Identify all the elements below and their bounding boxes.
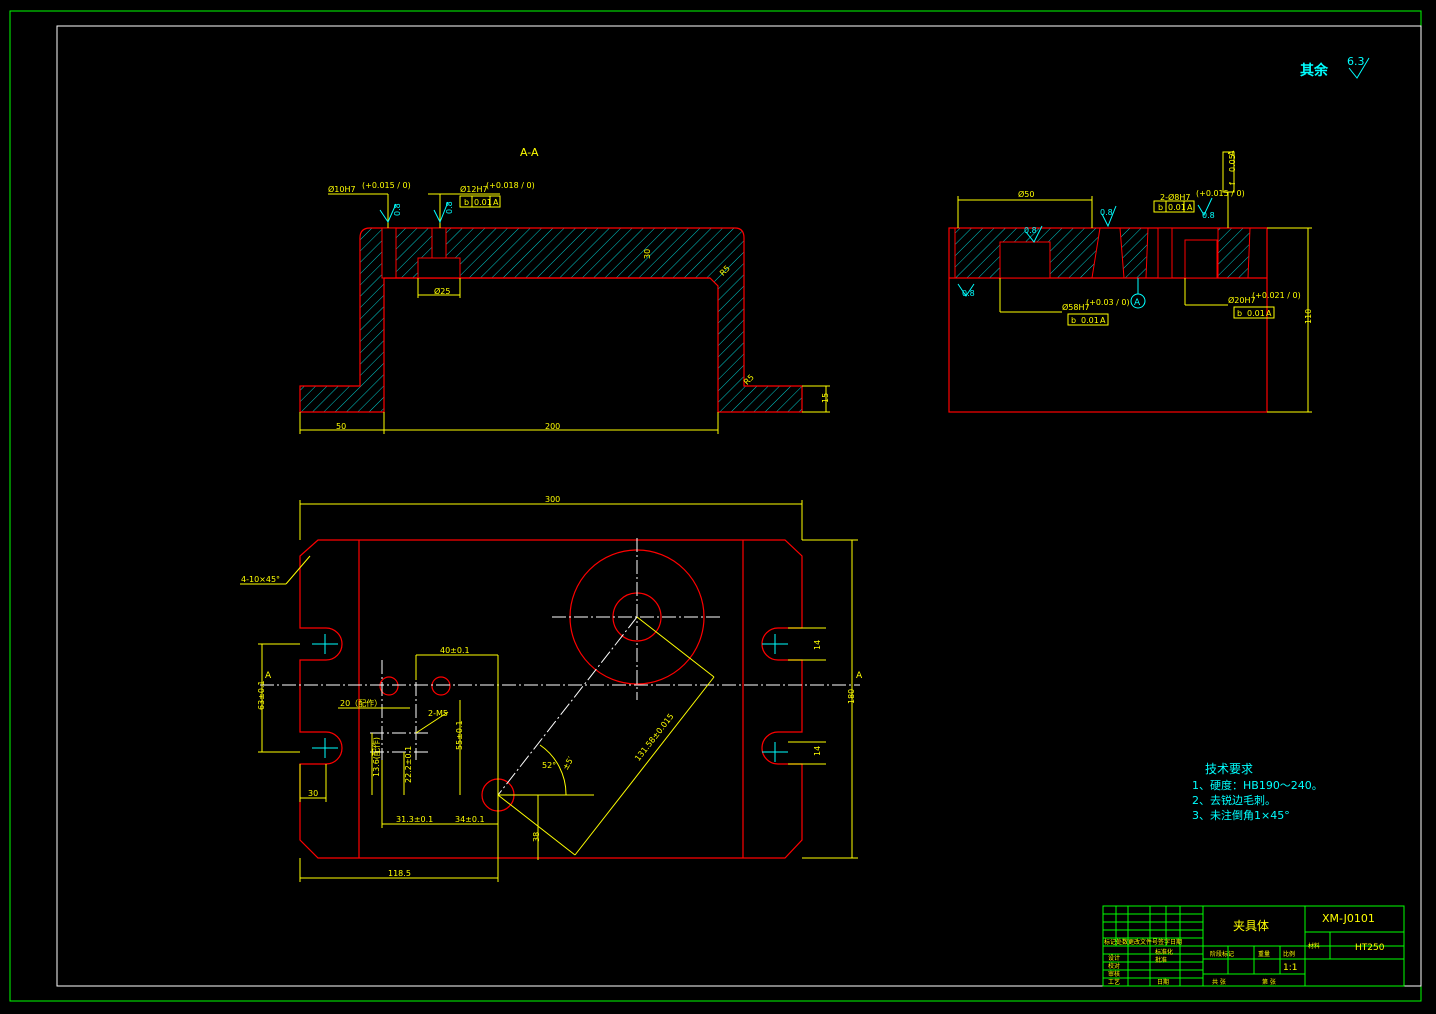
dim-side-height: 110 [1304,309,1313,324]
svg-text:20（配作）: 20（配作） [340,698,382,708]
side-view: 110 Ø50 2-Ø8H7 (+0.015 / 0) b 0.01 A f 0… [948,150,1313,413]
svg-text:38: 38 [532,832,541,842]
svg-text:A: A [1134,298,1141,308]
section-view: 50 200 15 30 R5 R5 Ø25 Ø10H7 (+0.015 / 0… [299,181,830,434]
tech-req-title: 技术要求 [1205,762,1253,776]
svg-text:A: A [1187,203,1193,212]
svg-text:0.8: 0.8 [1024,226,1037,235]
svg-text:(+0.021 / 0): (+0.021 / 0) [1252,291,1301,300]
plan-view: 300 180 4-10×45° 14 14 30 118.5 63±0.1 4… [240,495,863,882]
svg-text:A: A [493,198,499,207]
svg-text:阶段标记: 阶段标记 [1210,950,1234,958]
tol-label-1: Ø10H7 [328,184,356,194]
bore-left [381,227,397,279]
surface-roughness-note: 其余 6.3 [1300,55,1370,79]
svg-text:0.8: 0.8 [1202,211,1215,220]
dim-chamfer: 4-10×45° [241,575,280,584]
title-block: 标记处数更改文件号签字日期 设计 校对 审核 工艺 标准化 批准 日期 阶段标记… [1102,905,1405,987]
svg-text:22.2±0.1: 22.2±0.1 [404,746,413,783]
svg-text:(+0.015 / 0): (+0.015 / 0) [1196,189,1245,198]
drawing-canvas: 其余 6.3 A-A 50 200 15 30 R5 R5 Ø25 Ø10H7 … [9,10,1422,1002]
dim-bore: Ø25 [434,286,450,296]
section-body [299,227,803,413]
dim-plan-height: 180 [847,689,856,704]
svg-text:0.01: 0.01 [1081,316,1099,325]
part-name: 夹具体 [1233,919,1269,933]
svg-text:b: b [1237,309,1242,318]
svg-text:0.8: 0.8 [1100,208,1113,217]
tech-req-item-3: 3、未注倒角1×45° [1192,808,1290,822]
svg-text:b: b [1071,316,1076,325]
svg-text:131.58±0.015: 131.58±0.015 [633,712,676,763]
svg-text:0.8: 0.8 [962,289,975,298]
tol-value-2: (+0.018 / 0) [486,181,535,190]
bore-counter [417,257,461,279]
tech-req-item-1: 1、硬度：HB190～240。 [1192,778,1323,792]
svg-text:30: 30 [308,789,318,798]
svg-text:A: A [1227,150,1236,156]
dim-overall: 300 [545,495,560,504]
svg-text:0.8: 0.8 [445,201,454,214]
technical-requirements: 技术要求 1、硬度：HB190～240。 2、去锐边毛刺。 3、未注倒角1×45… [1192,762,1323,822]
material: HT250 [1355,943,1385,953]
svg-text:40±0.1: 40±0.1 [440,646,470,655]
svg-text:13.6(配作): 13.6(配作) [371,737,381,777]
svg-text:118.5: 118.5 [388,869,411,878]
svg-text:工艺: 工艺 [1108,978,1120,986]
svg-text:31.3±0.1: 31.3±0.1 [396,815,433,824]
section-mark-right: A [856,671,863,681]
tech-req-item-2: 2、去锐边毛刺。 [1192,793,1276,807]
dim-foot: 15 [821,393,830,403]
svg-text:0.01: 0.01 [474,198,492,207]
svg-text:(+0.03 / 0): (+0.03 / 0) [1086,298,1130,307]
svg-text:55±0.1: 55±0.1 [455,720,464,750]
section-mark-left: A [265,671,272,681]
dim-height: 30 [643,249,652,259]
svg-text:A: A [1100,316,1106,325]
side-hatch-2 [1119,227,1149,279]
surface-note-label: 其余 [1300,62,1329,79]
svg-text:材料: 材料 [1308,942,1320,950]
dim-left-flange: 50 [336,422,346,431]
svg-text:14: 14 [813,640,822,650]
scale: 1:1 [1283,963,1297,973]
surface-note-value: 6.3 [1347,55,1365,68]
svg-text:0.01: 0.01 [1168,203,1186,212]
svg-text:审核: 审核 [1108,970,1120,978]
svg-text:2-M5: 2-M5 [428,709,448,718]
dim-span: 200 [545,422,560,431]
svg-text:A: A [1266,309,1272,318]
dim-side-width: Ø50 [1018,189,1034,199]
tol-value-1: (+0.015 / 0) [362,181,411,190]
inner-border [56,25,1422,987]
svg-text:标记处数更改文件号签字日期: 标记处数更改文件号签字日期 [1104,938,1182,946]
svg-text:共 张: 共 张 [1212,978,1226,986]
svg-text:f: f [1228,182,1237,185]
svg-text:±5′: ±5′ [561,755,576,771]
svg-text:第 张: 第 张 [1262,978,1276,986]
svg-text:比例: 比例 [1283,950,1295,958]
svg-text:34±0.1: 34±0.1 [455,815,485,824]
section-title: A-A [520,146,539,159]
svg-text:设计: 设计 [1108,954,1120,962]
svg-text:0.8: 0.8 [393,203,402,216]
svg-text:批准: 批准 [1155,956,1167,964]
svg-text:52°: 52° [542,761,556,770]
svg-text:63±0.1: 63±0.1 [257,680,266,710]
svg-text:校对: 校对 [1108,962,1120,970]
svg-text:重量: 重量 [1258,950,1270,958]
svg-text:14: 14 [813,746,822,756]
tol-label-2: Ø12H7 [460,184,488,194]
svg-text:0.01: 0.01 [1247,309,1265,318]
svg-text:日期: 日期 [1157,978,1169,986]
outer-border [9,10,1422,1002]
svg-text:b: b [464,198,469,207]
side-hatch-3 [1217,227,1251,279]
drawing-number: XM-J0101 [1322,912,1375,925]
bore-small [431,227,447,259]
svg-text:b: b [1158,203,1163,212]
svg-text:标准化: 标准化 [1155,948,1173,956]
